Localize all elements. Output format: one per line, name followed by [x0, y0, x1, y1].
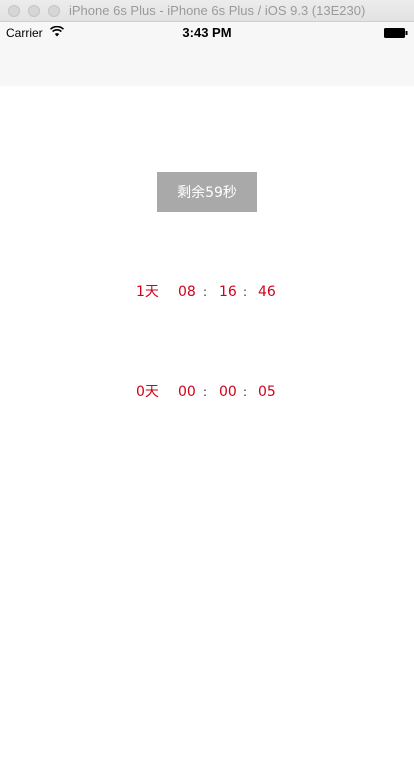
timer-hours: 08: [178, 284, 196, 300]
timer-minutes: 00: [219, 384, 237, 400]
status-time: 3:43 PM: [182, 25, 232, 40]
timer-seconds: 05: [258, 384, 276, 400]
timer-seconds: 46: [258, 284, 276, 300]
timer-separator: :: [243, 285, 248, 299]
timer-row-2: 0天 00 : 00 : 05: [0, 380, 414, 404]
minimize-window-button[interactable]: [28, 5, 40, 17]
navigation-bar: Carrier 3:43 PM: [0, 22, 414, 86]
timer-minutes: 16: [219, 284, 237, 300]
status-bar: Carrier 3:43 PM: [0, 22, 414, 42]
close-window-button[interactable]: [8, 5, 20, 17]
countdown-button[interactable]: 剩余59秒: [157, 172, 257, 212]
timer-hours: 00: [178, 384, 196, 400]
timer-days: 1天: [136, 284, 159, 300]
timer-separator: :: [243, 385, 248, 399]
timer-separator: :: [203, 385, 208, 399]
timer-separator: :: [203, 285, 208, 299]
window-title: iPhone 6s Plus - iPhone 6s Plus / iOS 9.…: [69, 3, 366, 18]
simulator-titlebar: iPhone 6s Plus - iPhone 6s Plus / iOS 9.…: [0, 0, 414, 22]
zoom-window-button[interactable]: [48, 5, 60, 17]
timer-row-1: 1天 08 : 16 : 46: [0, 280, 414, 304]
battery-icon: [384, 28, 408, 38]
timer-days: 0天: [136, 384, 159, 400]
